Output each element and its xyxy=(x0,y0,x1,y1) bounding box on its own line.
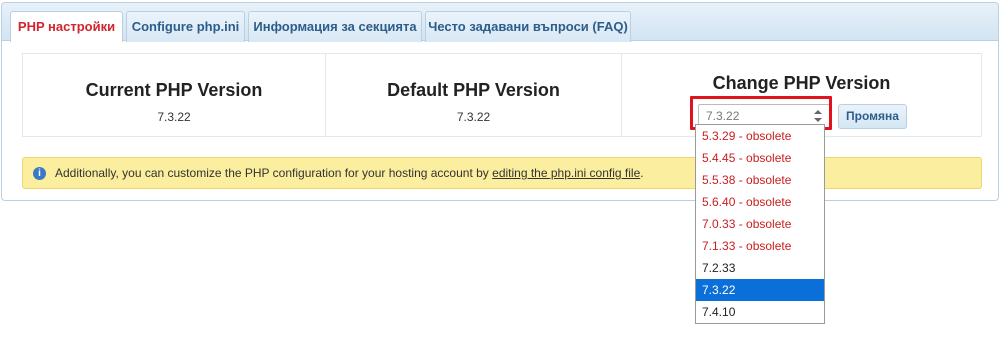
version-option[interactable]: 5.4.45 - obsolete xyxy=(696,147,824,169)
version-option[interactable]: 5.3.29 - obsolete xyxy=(696,125,824,147)
notice-text-end: . xyxy=(640,166,644,180)
php-ini-config-link[interactable]: editing the php.ini config file xyxy=(492,166,640,180)
version-option[interactable]: 5.5.38 - obsolete xyxy=(696,169,824,191)
php-version-dropdown[interactable]: 5.3.29 - obsolete 5.4.45 - obsolete 5.5.… xyxy=(695,124,825,324)
change-version-title: Change PHP Version xyxy=(712,73,891,93)
php-version-table: Current PHP Version 7.3.22 Default PHP V… xyxy=(22,53,982,137)
info-icon: i xyxy=(33,167,46,180)
current-version-cell: Current PHP Version 7.3.22 xyxy=(23,54,325,136)
info-notice: i Additionally, you can customize the PH… xyxy=(22,157,982,189)
version-option[interactable]: 7.1.33 - obsolete xyxy=(696,235,824,257)
php-settings-panel: PHP настройки Configure php.ini Информац… xyxy=(1,2,999,201)
tab-configure-php-ini[interactable]: Configure php.ini xyxy=(126,11,245,42)
tab-bar: PHP настройки Configure php.ini Информац… xyxy=(2,3,998,42)
current-version-title: Current PHP Version xyxy=(85,80,263,100)
default-version-cell: Default PHP Version 7.3.22 xyxy=(325,54,621,136)
version-option[interactable]: 7.4.10 xyxy=(696,301,824,323)
default-version-value: 7.3.22 xyxy=(456,110,491,124)
default-version-title: Default PHP Version xyxy=(387,80,560,100)
version-option[interactable]: 7.0.33 - obsolete xyxy=(696,213,824,235)
version-option-selected[interactable]: 7.3.22 xyxy=(696,279,824,301)
notice-text: Additionally, you can customize the PHP … xyxy=(55,166,493,180)
version-option[interactable]: 7.2.33 xyxy=(696,257,824,279)
version-option[interactable]: 5.6.40 - obsolete xyxy=(696,191,824,213)
tab-section-info[interactable]: Информация за секцията xyxy=(248,11,422,42)
tab-faq[interactable]: Често задавани въпроси (FAQ) xyxy=(425,11,631,42)
change-version-button[interactable]: Промяна xyxy=(838,104,907,129)
current-version-value: 7.3.22 xyxy=(157,110,191,124)
tab-php-settings[interactable]: PHP настройки xyxy=(10,11,123,42)
